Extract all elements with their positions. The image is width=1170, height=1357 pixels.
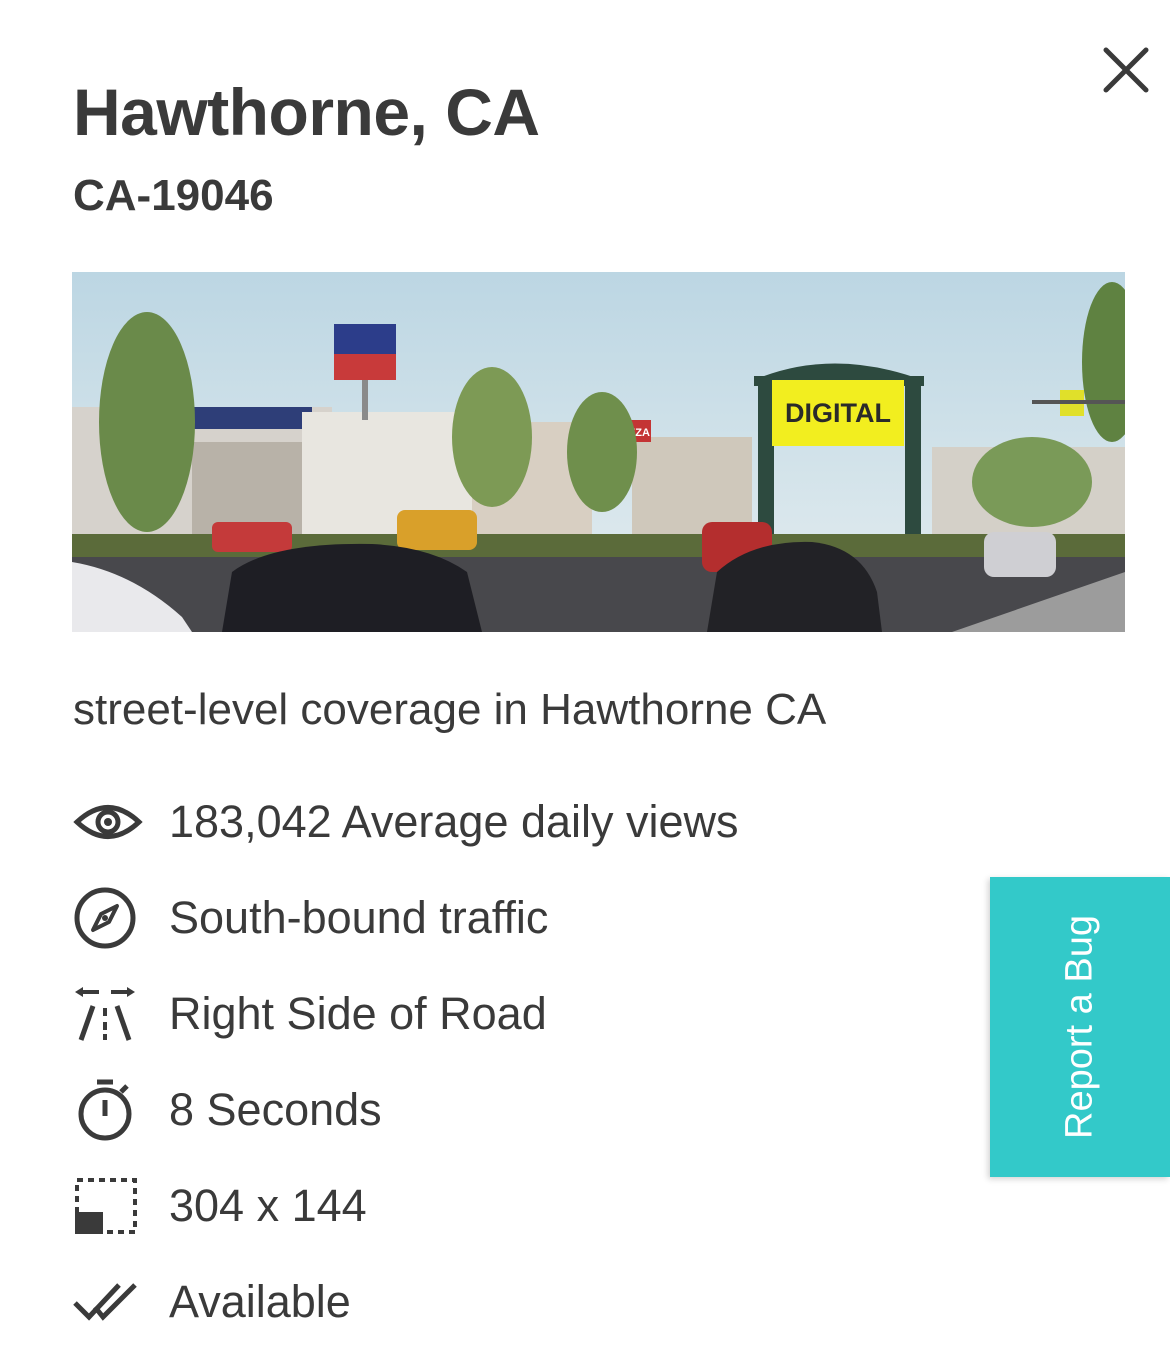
stat-text: 183,042 Average daily views [169,796,739,847]
stat-text: Right Side of Road [169,988,547,1039]
report-bug-label: Report a Bug [1058,915,1101,1139]
stat-text: Available [169,1276,351,1327]
compass-icon [73,886,143,950]
stat-availability: Available [73,1270,953,1334]
listing-description: street-level coverage in Hawthorne CA [73,685,827,734]
stopwatch-icon [73,1078,143,1142]
stat-text: South-bound traffic [169,892,549,943]
stat-text: 8 Seconds [169,1084,382,1135]
stat-dimensions: 304 x 144 [73,1174,953,1238]
road-icon [73,982,143,1046]
page-title: Hawthorne, CA [73,75,540,149]
close-icon[interactable] [1100,44,1152,96]
billboard-sign-text: DIGITAL [785,398,891,428]
eye-icon [73,790,143,854]
double-check-icon [73,1270,143,1334]
listing-code: CA-19046 [73,171,274,220]
stat-traffic-direction: South-bound traffic [73,886,953,950]
stat-road-side: Right Side of Road [73,982,953,1046]
billboard-photo: PIZZA DIGITAL [72,272,1125,632]
dimensions-icon [73,1174,143,1238]
stat-duration: 8 Seconds [73,1078,953,1142]
report-bug-button[interactable]: Report a Bug [990,877,1170,1177]
stat-daily-views: 183,042 Average daily views [73,790,953,854]
stat-text: 304 x 144 [169,1180,367,1231]
close-button[interactable] [1100,44,1152,96]
